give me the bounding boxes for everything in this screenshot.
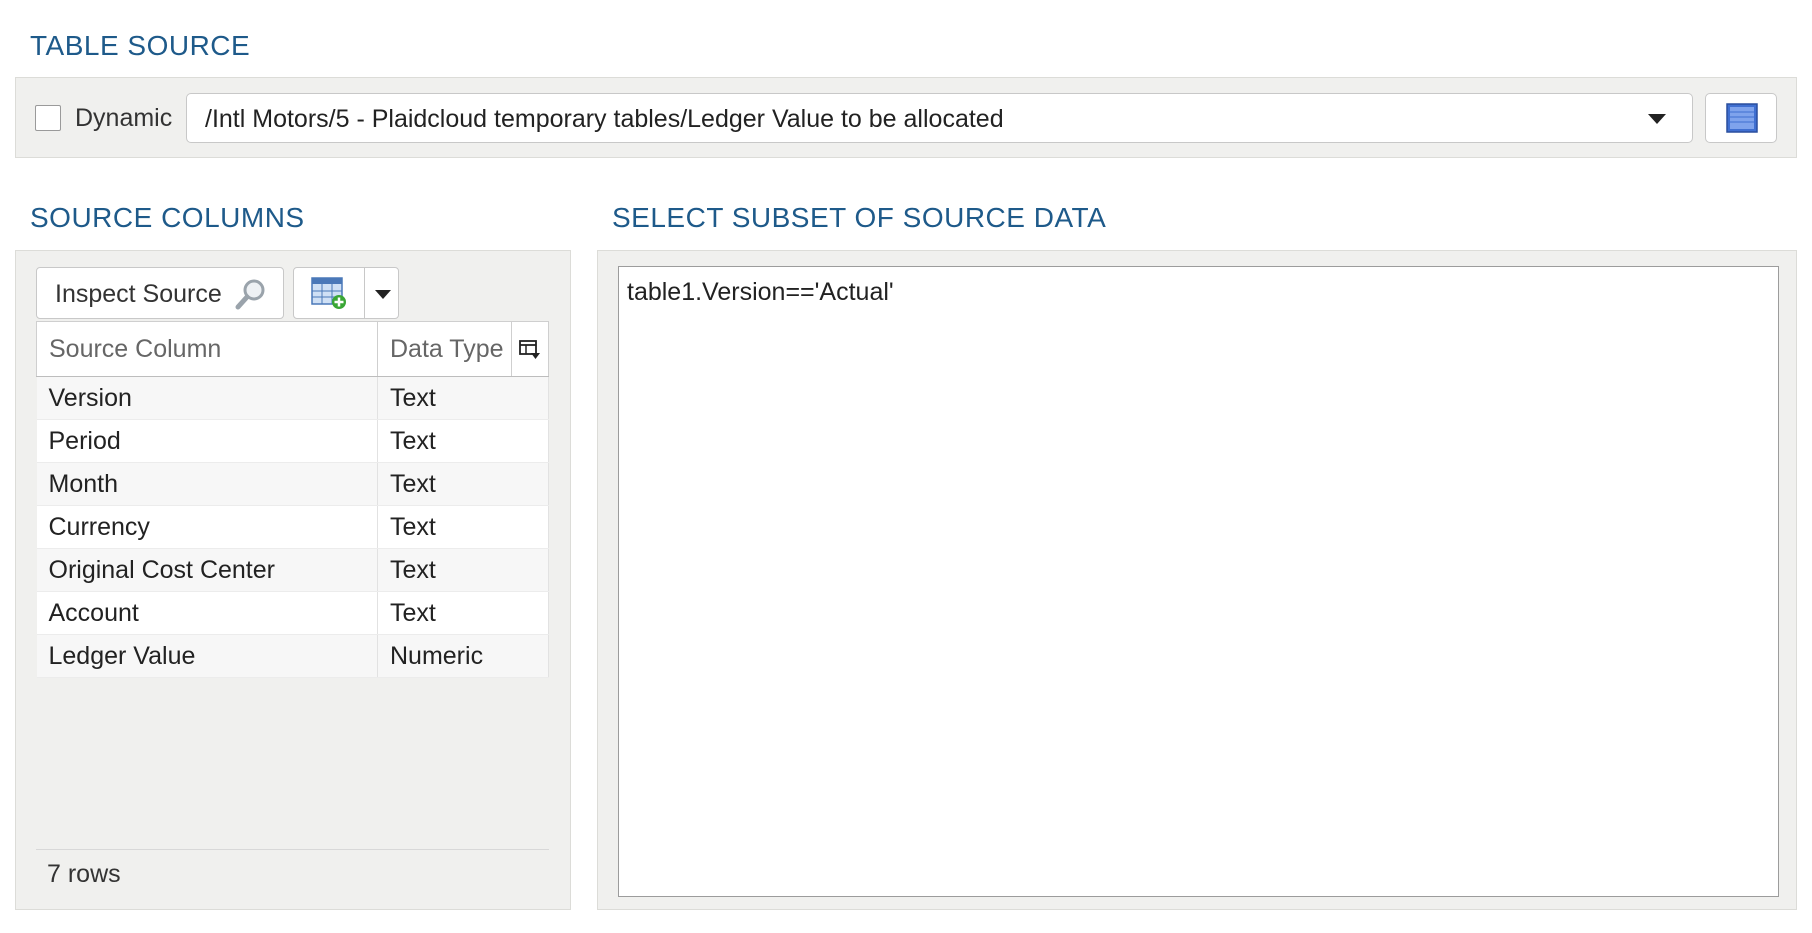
table-source-select[interactable]: /Intl Motors/5 - Plaidcloud temporary ta… (186, 93, 1693, 143)
cell-source-column: Version (36, 376, 378, 420)
cell-data-type: Text (377, 591, 549, 635)
inspect-source-label: Inspect Source (55, 280, 222, 308)
add-column-button[interactable] (293, 267, 399, 319)
cell-source-column: Ledger Value (36, 634, 378, 678)
selected-table-path: /Intl Motors/5 - Plaidcloud temporary ta… (205, 105, 1004, 133)
chevron-down-icon[interactable] (375, 290, 391, 299)
cell-source-column: Account (36, 591, 378, 635)
cell-source-column: Month (36, 462, 378, 506)
dynamic-label: Dynamic (75, 104, 173, 132)
subset-expression-editor[interactable]: table1.Version=='Actual' (618, 266, 1779, 897)
cell-source-column: Currency (36, 505, 378, 549)
table-row[interactable]: Account Text (36, 591, 549, 635)
table-grid-icon (1726, 103, 1758, 133)
table-row[interactable]: Currency Text (36, 505, 549, 549)
magnifier-icon (235, 279, 265, 310)
cell-source-column: Period (36, 419, 378, 463)
table-row[interactable]: Month Text (36, 462, 549, 506)
column-menu-button[interactable] (511, 321, 549, 377)
header-data-type[interactable]: Data Type (377, 321, 512, 377)
table-source-title: TABLE SOURCE (30, 30, 251, 61)
table-picker-button[interactable] (1705, 93, 1777, 143)
table-row[interactable]: Period Text (36, 419, 549, 463)
cell-data-type: Text (377, 548, 549, 592)
column-chooser-icon (519, 339, 540, 359)
table-row[interactable]: Original Cost Center Text (36, 548, 549, 592)
row-count: 7 rows (47, 860, 121, 888)
cell-source-column: Original Cost Center (36, 548, 378, 592)
dynamic-checkbox[interactable] (35, 105, 61, 131)
cell-data-type: Numeric (377, 634, 549, 678)
add-table-icon (311, 277, 346, 309)
table-row[interactable]: Version Text (36, 376, 549, 420)
header-source-column[interactable]: Source Column (36, 321, 378, 377)
table-row[interactable]: Ledger Value Numeric (36, 634, 549, 678)
source-columns-title: SOURCE COLUMNS (30, 202, 305, 233)
inspect-source-button[interactable]: Inspect Source (36, 267, 284, 319)
split-divider (364, 268, 365, 318)
source-columns-table: Source Column Data Type Version Text Per… (36, 321, 549, 678)
cell-data-type: Text (377, 505, 549, 549)
cell-data-type: Text (377, 376, 549, 420)
footer-divider (36, 849, 549, 850)
subset-title: SELECT SUBSET OF SOURCE DATA (612, 202, 1107, 233)
cell-data-type: Text (377, 462, 549, 506)
chevron-down-icon (1648, 114, 1666, 124)
cell-data-type: Text (377, 419, 549, 463)
